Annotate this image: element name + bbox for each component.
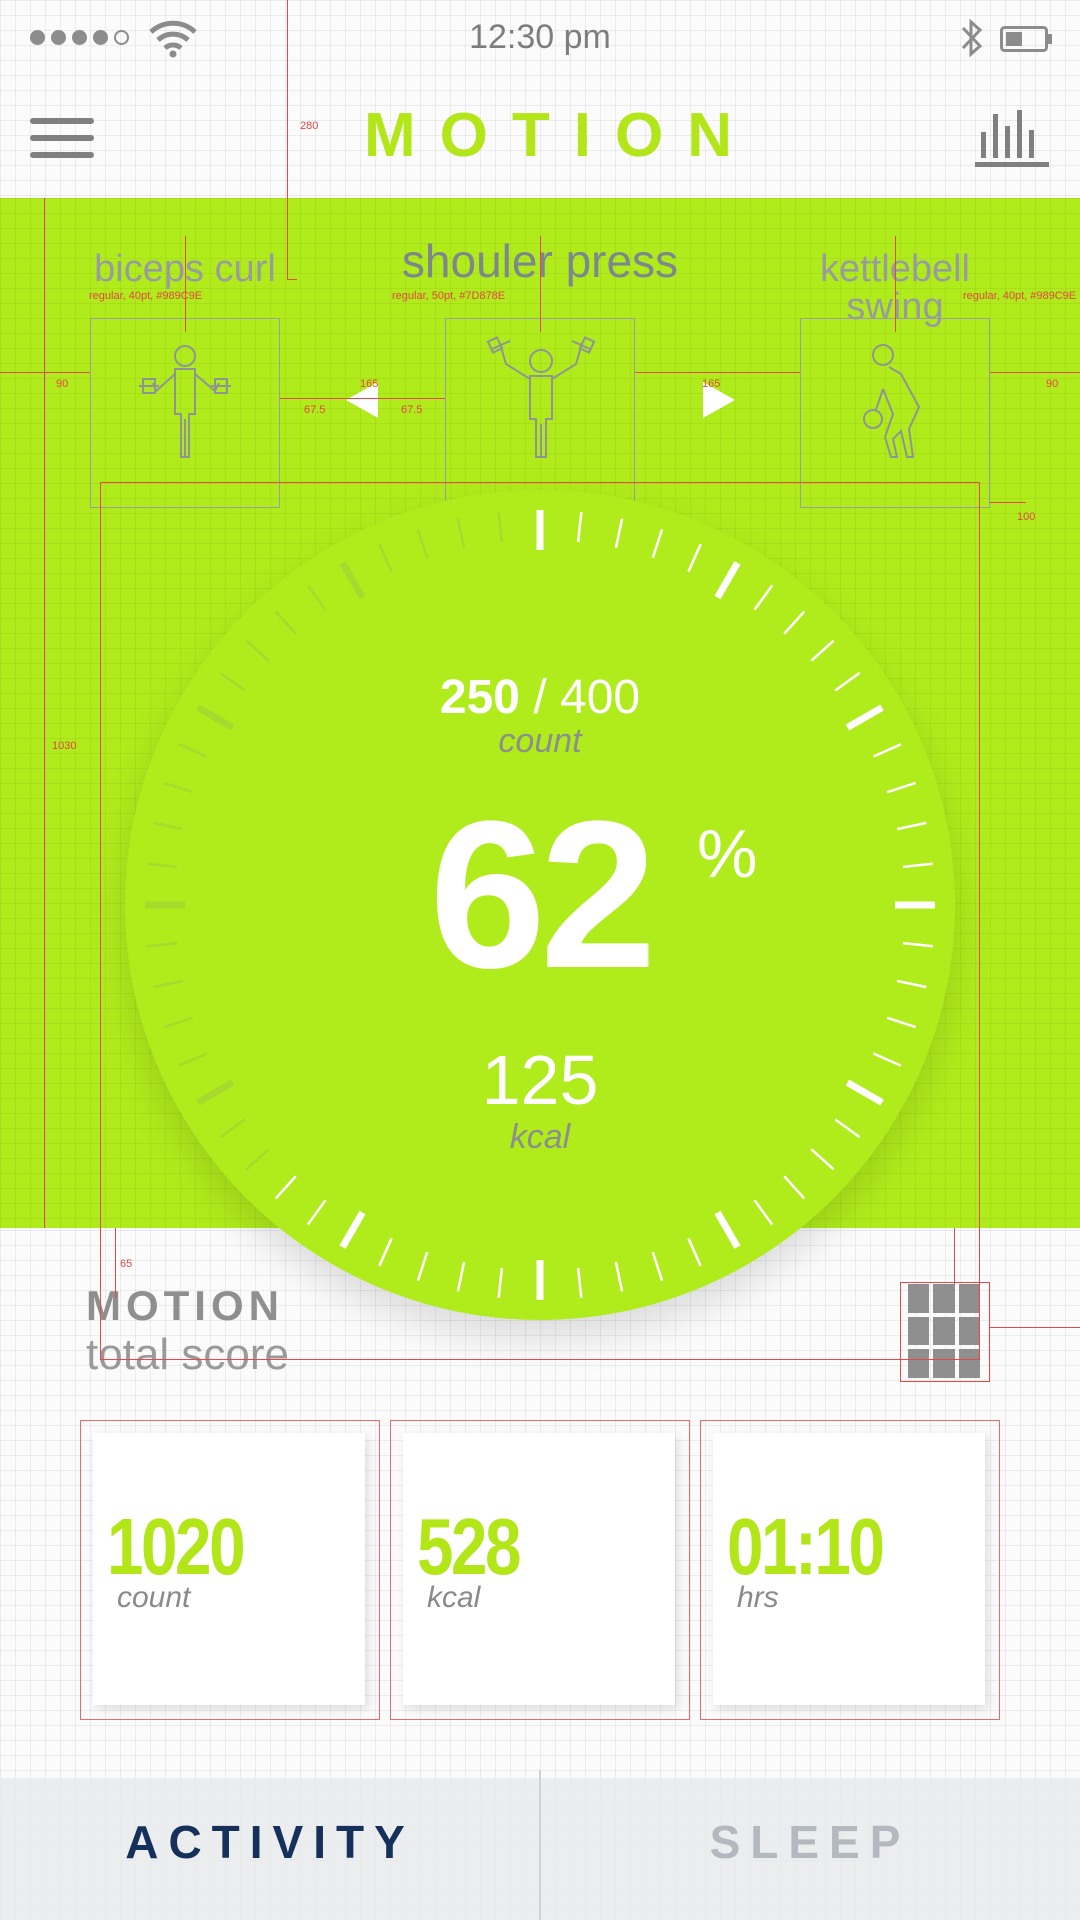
app-title: MOTION — [364, 101, 756, 170]
status-time: 12:30 pm — [469, 18, 611, 56]
summary-card-count[interactable]: 1020 count — [80, 1420, 380, 1720]
summary-card-kcal[interactable]: 528 kcal — [390, 1420, 690, 1720]
bluetooth-icon — [958, 18, 986, 63]
spec-annotation: 1030 — [52, 740, 77, 752]
kettlebell-swing-icon — [863, 344, 921, 458]
card-unit: kcal — [427, 1581, 481, 1614]
spec-annotation: 165 — [360, 378, 379, 390]
card-value: 1020 — [107, 1502, 246, 1591]
spec-annotation: 280 — [300, 120, 319, 132]
card-value: 528 — [417, 1502, 522, 1591]
exercise-button-next[interactable] — [800, 318, 990, 508]
summary-card-hours[interactable]: 01:10 hrs — [700, 1420, 1000, 1720]
spec-annotation: 67.5 — [401, 404, 423, 416]
stats-button[interactable] — [975, 106, 1051, 173]
signal-strength-icon — [30, 30, 129, 45]
card-unit: count — [117, 1581, 191, 1614]
exercise-button-previous[interactable] — [90, 318, 280, 508]
tab-sleep[interactable]: SLEEP — [540, 1815, 1080, 1869]
spec-annotation: 90 — [56, 378, 69, 390]
spec-annotation: 67.5 — [304, 404, 326, 416]
spec-annotation: 90 — [1046, 378, 1059, 390]
exercise-button-current[interactable] — [445, 318, 635, 508]
spec-annotation: 165 — [702, 378, 721, 390]
spec-annotation: 100 — [1017, 511, 1036, 523]
biceps-curl-icon — [139, 345, 231, 458]
hamburger-icon — [30, 118, 94, 124]
card-value: 01:10 — [727, 1502, 885, 1591]
tab-activity[interactable]: ACTIVITY — [0, 1815, 540, 1869]
battery-icon — [1000, 26, 1054, 57]
bar-chart-icon — [975, 110, 1049, 167]
spec-annotation: 65 — [120, 1258, 133, 1270]
exercise-spec-current: regular, 50pt, #7D878E — [392, 290, 506, 302]
card-unit: hrs — [737, 1581, 779, 1614]
exercise-spec-next: regular, 40pt, #989C9E — [963, 290, 1077, 302]
wifi-icon — [148, 18, 198, 63]
menu-button[interactable] — [30, 118, 94, 158]
shoulder-press-icon — [486, 336, 596, 458]
